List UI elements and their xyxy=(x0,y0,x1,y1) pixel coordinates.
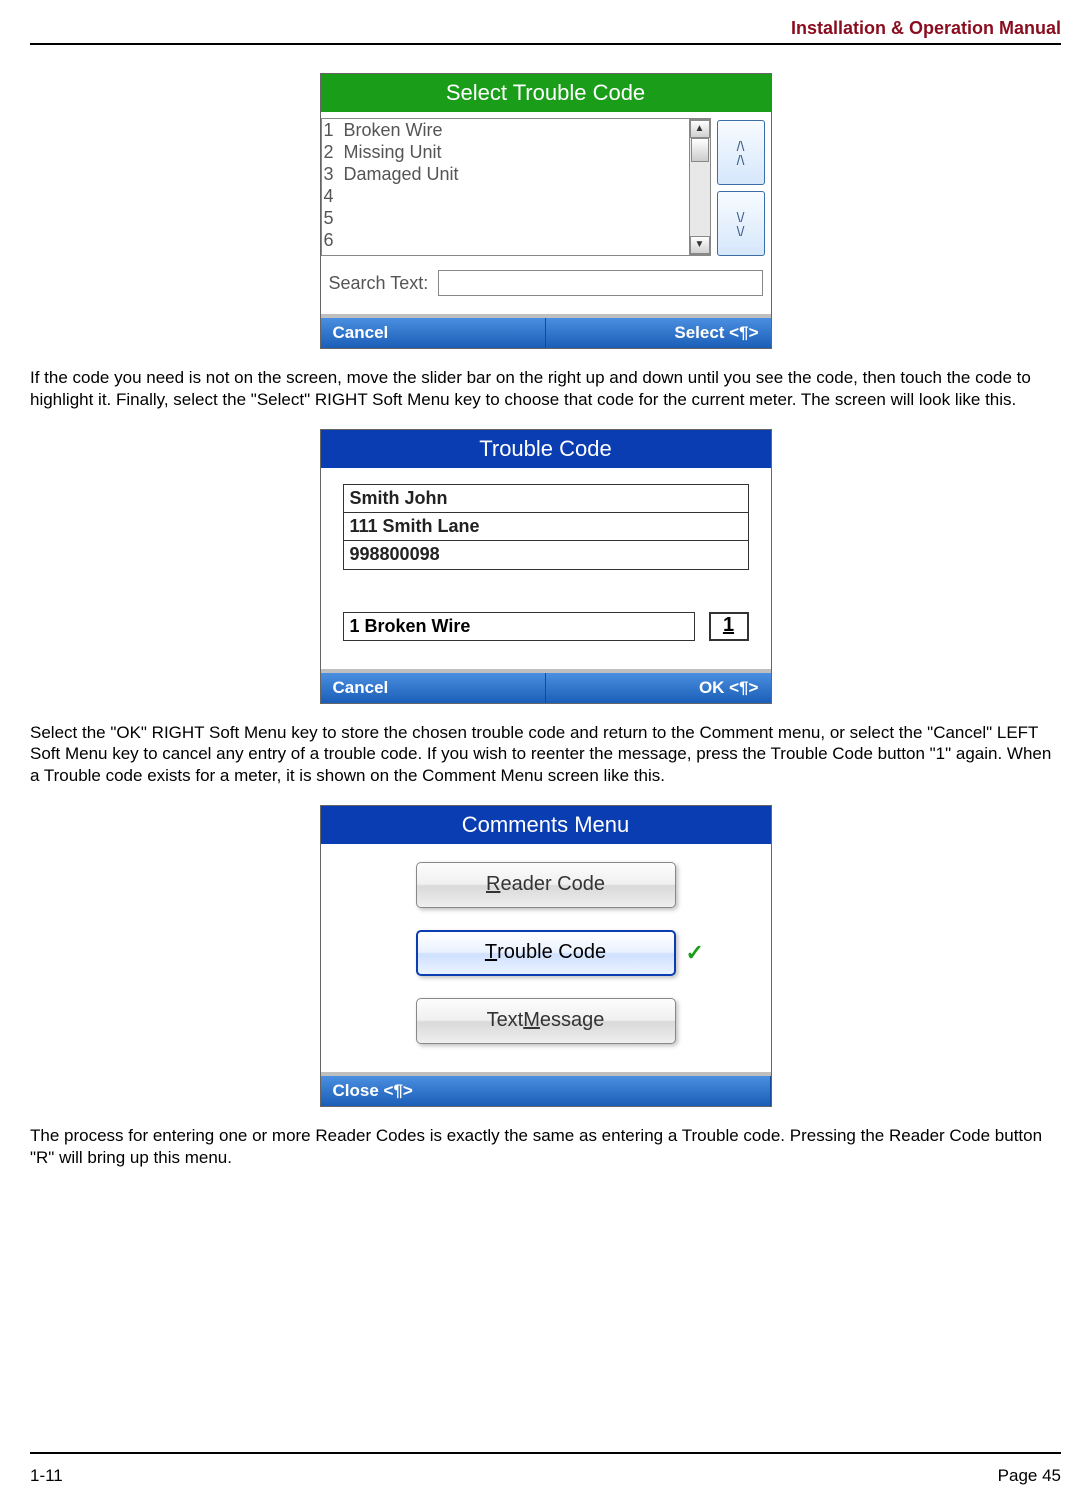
list-item[interactable]: Missing Unit xyxy=(342,141,689,163)
page-down-button[interactable]: \/\/ xyxy=(717,191,765,256)
cancel-button[interactable]: Cancel xyxy=(321,318,547,348)
list-item[interactable] xyxy=(342,185,689,207)
selected-trouble-code: 1 Broken Wire xyxy=(343,612,695,641)
list-num: 2 xyxy=(322,141,342,163)
footer-right: Page 45 xyxy=(998,1466,1061,1486)
account-info: Smith John 111 Smith Lane 998800098 xyxy=(343,484,749,570)
titlebar: Comments Menu xyxy=(321,806,771,844)
check-icon: ✓ xyxy=(686,940,716,966)
list-num: 3 xyxy=(322,163,342,185)
titlebar: Trouble Code xyxy=(321,430,771,468)
btn-text: essage xyxy=(540,1009,605,1032)
text-message-button[interactable]: Text Message xyxy=(416,998,676,1044)
footer-left: 1-11 xyxy=(30,1466,63,1486)
trouble-code-number[interactable]: 1 xyxy=(709,612,749,641)
reader-code-button[interactable]: Reader Code xyxy=(416,862,676,908)
paragraph: Select the "OK" RIGHT Soft Menu key to s… xyxy=(30,722,1061,787)
footer-rule xyxy=(30,1452,1061,1454)
customer-name: Smith John xyxy=(344,485,748,513)
screenshot-trouble-code: Trouble Code Smith John 111 Smith Lane 9… xyxy=(320,429,772,704)
page-up-button[interactable]: /\/\ xyxy=(717,120,765,185)
titlebar: Select Trouble Code xyxy=(321,74,771,112)
search-input[interactable] xyxy=(438,270,762,296)
close-button[interactable]: Close <¶> xyxy=(321,1076,771,1106)
list-num: 4 xyxy=(322,185,342,207)
list-num: 1 xyxy=(322,119,342,141)
page-header: Installation & Operation Manual xyxy=(30,18,1061,43)
screenshot-select-trouble-code: Select Trouble Code 1 2 3 4 5 6 Broken W… xyxy=(320,73,772,349)
header-rule xyxy=(30,43,1061,45)
list-item[interactable] xyxy=(342,229,689,251)
scroll-up-icon[interactable]: ▲ xyxy=(690,120,710,138)
account-number: 998800098 xyxy=(344,541,748,569)
trouble-code-button[interactable]: Trouble Code xyxy=(416,930,676,976)
ok-button[interactable]: OK <¶> xyxy=(546,673,771,703)
btn-accel: R xyxy=(486,873,500,896)
paragraph: The process for entering one or more Rea… xyxy=(30,1125,1061,1169)
btn-text: eader Code xyxy=(500,873,605,896)
list-item[interactable]: Broken Wire xyxy=(342,119,689,141)
btn-text: Text xyxy=(487,1009,524,1032)
btn-accel: M xyxy=(523,1009,540,1032)
list-item[interactable]: Damaged Unit xyxy=(342,163,689,185)
scrollbar[interactable]: ▲ ▼ xyxy=(689,119,711,255)
btn-accel: T xyxy=(485,941,497,964)
trouble-code-list[interactable]: 1 2 3 4 5 6 Broken Wire Missing Unit Dam… xyxy=(321,118,711,256)
cancel-button[interactable]: Cancel xyxy=(321,673,547,703)
customer-address: 111 Smith Lane xyxy=(344,513,748,541)
select-button[interactable]: Select <¶> xyxy=(546,318,771,348)
list-num: 6 xyxy=(322,229,342,251)
paragraph: If the code you need is not on the scree… xyxy=(30,367,1061,411)
screenshot-comments-menu: Comments Menu Reader Code Trouble Code ✓… xyxy=(320,805,772,1107)
btn-text: rouble Code xyxy=(497,941,606,964)
scroll-track[interactable] xyxy=(690,138,710,236)
search-label: Search Text: xyxy=(329,273,429,294)
scroll-down-icon[interactable]: ▼ xyxy=(690,236,710,254)
list-item[interactable] xyxy=(342,207,689,229)
list-num: 5 xyxy=(322,207,342,229)
scroll-thumb[interactable] xyxy=(691,138,709,162)
